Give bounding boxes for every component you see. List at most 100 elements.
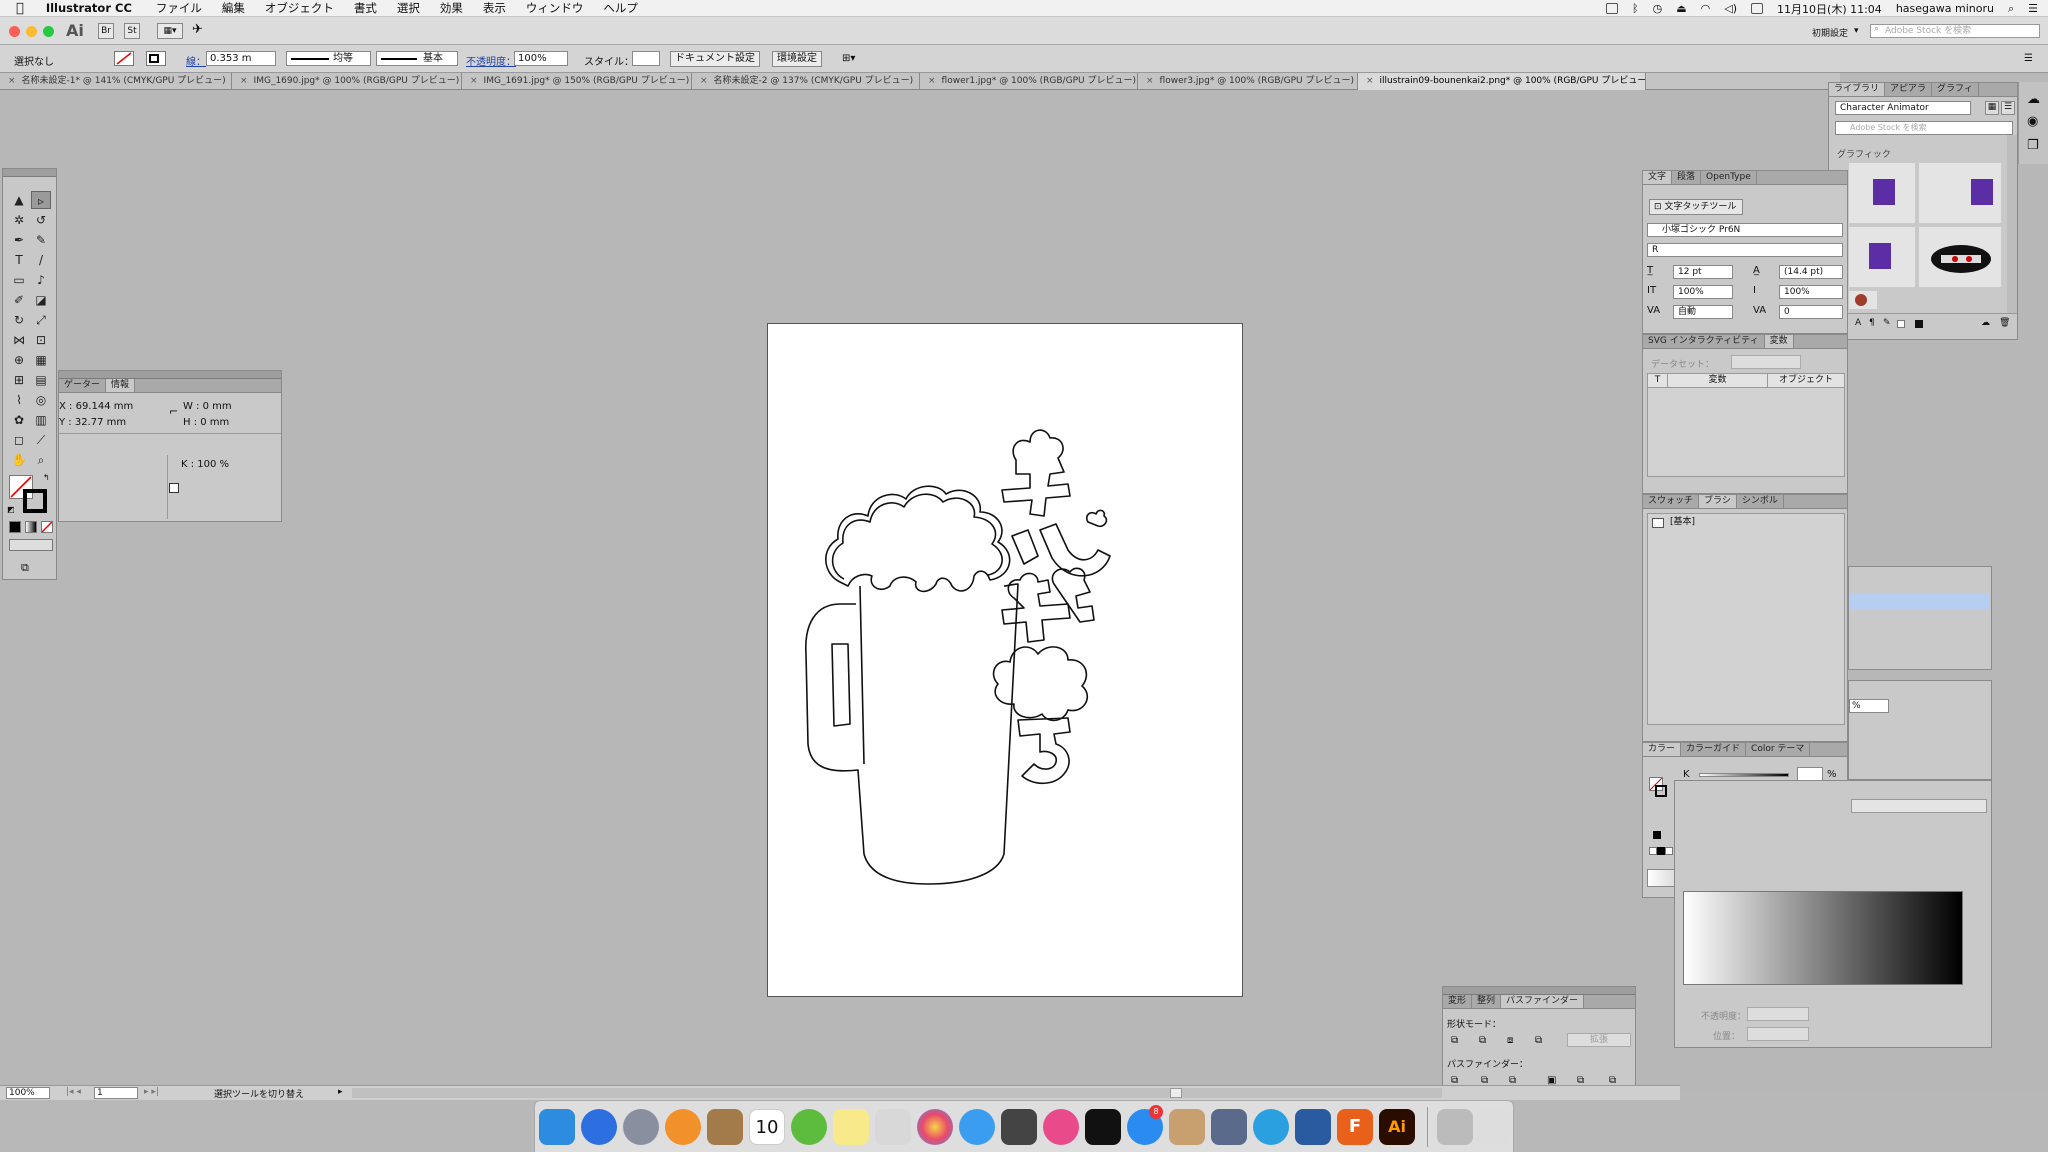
graph-tool-icon[interactable]: ▥ — [31, 411, 51, 429]
menu-edit[interactable]: 編集 — [212, 0, 255, 16]
font-size-input[interactable]: 12 pt — [1673, 265, 1733, 279]
col-object[interactable]: オブジェクト — [1768, 374, 1844, 387]
filezilla-icon[interactable]: F — [1337, 1109, 1373, 1145]
menu-select[interactable]: 選択 — [387, 0, 430, 16]
paintbrush-tool-icon[interactable]: ♪ — [31, 271, 51, 289]
library-item[interactable] — [1919, 163, 2001, 223]
fill-swatch[interactable] — [114, 51, 134, 66]
section-graphics[interactable]: グラフィック — [1837, 147, 1891, 160]
zoom-window-button[interactable] — [43, 26, 54, 37]
graphic-style-picker[interactable] — [632, 51, 660, 66]
close-window-button[interactable] — [9, 26, 20, 37]
tab-symbols[interactable]: シンボル — [1737, 495, 1784, 508]
network-icon[interactable] — [1253, 1109, 1289, 1145]
migration-icon[interactable] — [1211, 1109, 1247, 1145]
dataset-select[interactable] — [1731, 355, 1801, 369]
variable-width-profile[interactable]: 均等 — [286, 51, 371, 66]
magic-wand-tool-icon[interactable]: ✲ — [9, 211, 29, 229]
photo-booth-icon[interactable] — [1001, 1109, 1037, 1145]
time-machine-icon[interactable]: ◷ — [1653, 2, 1663, 15]
beer-mug-illustration[interactable] — [768, 324, 1244, 998]
hand-tool-icon[interactable]: ✋ — [9, 451, 29, 469]
font-style-select[interactable]: R — [1647, 243, 1843, 257]
menu-object[interactable]: オブジェクト — [255, 0, 344, 16]
symbol-sprayer-tool-icon[interactable]: ✿ — [9, 411, 29, 429]
k-slider[interactable] — [1699, 773, 1789, 777]
add-character-style-icon[interactable]: A — [1855, 318, 1861, 328]
status-hint[interactable]: 選択ツールを切り替え — [214, 1087, 304, 1100]
tab-info[interactable]: 情報 — [106, 379, 136, 392]
itunes-icon[interactable] — [1043, 1109, 1079, 1145]
battery-icon[interactable] — [1751, 3, 1764, 14]
col-type[interactable]: T — [1648, 374, 1668, 387]
tracking-input[interactable]: 0 — [1779, 305, 1843, 319]
eraser-tool-icon[interactable]: ◪ — [31, 291, 51, 309]
stock-search-input[interactable]: Adobe Stock を検索 — [1870, 24, 2040, 38]
tab-align[interactable]: 整列 — [1472, 995, 1502, 1008]
tab-color-themes[interactable]: Color テーマ — [1746, 743, 1811, 756]
tab-libraries[interactable]: ライブラリ — [1829, 83, 1886, 96]
vertical-scale-input[interactable]: 100% — [1673, 285, 1733, 299]
minus-front-icon[interactable]: ⧉ — [1479, 1035, 1486, 1046]
graphic-styles-dock-icon[interactable]: ❐ — [2027, 138, 2039, 153]
menu-window[interactable]: ウィンドウ — [516, 0, 594, 16]
exclude-icon[interactable]: ⧉ — [1535, 1035, 1542, 1046]
document-setup-button[interactable]: ドキュメント設定 — [670, 51, 760, 67]
minimize-window-button[interactable] — [26, 26, 37, 37]
add-paragraph-style-icon[interactable]: ¶ — [1869, 318, 1875, 328]
tab-variables[interactable]: 変数 — [1764, 335, 1794, 348]
tab-appearance[interactable]: アピアラ — [1885, 83, 1933, 96]
screen-mode-icon[interactable]: ⧉ — [21, 561, 29, 575]
gradient-opacity-input[interactable] — [1747, 1007, 1809, 1021]
clock-text[interactable]: 11月10日(木) 11:04 — [1777, 1, 1882, 17]
pen-tool-icon[interactable]: ✒ — [9, 231, 29, 249]
white-swatch[interactable] — [1665, 847, 1673, 855]
tab-transform[interactable]: 変形 — [1443, 995, 1473, 1008]
tab-paragraph[interactable]: 段落 — [1672, 171, 1702, 184]
color-stroke-box[interactable] — [1655, 785, 1667, 797]
gradient-position-input[interactable] — [1747, 1027, 1809, 1041]
appearance-dock-icon[interactable]: ◉ — [2027, 114, 2038, 129]
gradient-type-select[interactable] — [1851, 799, 1987, 813]
brush-definition[interactable]: 基本 — [376, 51, 458, 66]
grid-view-icon[interactable]: ▦ — [1985, 101, 1999, 115]
type-tool-icon[interactable]: T — [9, 251, 29, 269]
unite-icon[interactable]: ⧉ — [1451, 1035, 1458, 1046]
bridge-button[interactable]: Br — [98, 23, 114, 39]
safari-icon[interactable] — [581, 1109, 617, 1145]
shape-builder-tool-icon[interactable]: ⊕ — [9, 351, 29, 369]
tab-swatches[interactable]: スウォッチ — [1643, 495, 1700, 508]
selection-tool-icon[interactable]: ▲ — [9, 191, 29, 209]
horizontal-scale-input[interactable]: 100% — [1779, 285, 1843, 299]
status-menu-icon[interactable]: ▸ — [338, 1087, 343, 1097]
tab-brushes[interactable]: ブラシ — [1699, 495, 1737, 508]
shaper-tool-icon[interactable]: ✐ — [9, 291, 29, 309]
none-mode-icon[interactable] — [41, 521, 53, 533]
remote-desktop-icon[interactable] — [1295, 1109, 1331, 1145]
gradient-tool-icon[interactable]: ▤ — [31, 371, 51, 389]
spotlight-icon[interactable]: ⌕ — [2008, 2, 2014, 16]
lasso-tool-icon[interactable]: ↺ — [31, 211, 51, 229]
menu-help[interactable]: ヘルプ — [593, 0, 648, 16]
font-family-select[interactable]: 小塚ゴシック Pr6N — [1647, 223, 1843, 237]
notes-icon[interactable] — [833, 1109, 869, 1145]
doc-tab-active[interactable]: × illustrain09-bounenkai2.png* @ 100% (RG… — [1358, 73, 1646, 90]
drawing-mode-icon[interactable] — [9, 539, 53, 551]
notification-center-icon[interactable]: ☰ — [2028, 2, 2038, 15]
doc-tab[interactable]: × 名称未設定-2 @ 137% (CMYK/GPU プレビュー) — [692, 73, 920, 90]
artboard[interactable] — [767, 323, 1243, 997]
swap-fill-stroke-icon[interactable]: ↰ — [43, 473, 50, 482]
doc-tab[interactable]: × IMG_1690.jpg* @ 100% (RGB/GPU プレビュー) — [232, 73, 462, 90]
doc-tab[interactable]: × IMG_1691.jpg* @ 150% (RGB/GPU プレビュー) — [462, 73, 692, 90]
stroke-color-box[interactable] — [23, 489, 47, 513]
touch-type-tool-button[interactable]: ⊡ 文字タッチツール — [1649, 199, 1744, 215]
ibooks-icon[interactable] — [665, 1109, 701, 1145]
line-tool-icon[interactable]: / — [31, 251, 51, 269]
wifi-icon[interactable]: ◠ — [1701, 2, 1711, 15]
library-item[interactable] — [1849, 227, 1915, 287]
user-name[interactable]: hasegawa minoru — [1896, 2, 1994, 15]
screen-icon[interactable] — [1606, 3, 1619, 14]
cc-sync-icon[interactable]: ☁ — [1981, 318, 1990, 328]
zoom-tool-icon[interactable]: ⌕ — [31, 451, 51, 469]
contacts-icon[interactable] — [707, 1109, 743, 1145]
